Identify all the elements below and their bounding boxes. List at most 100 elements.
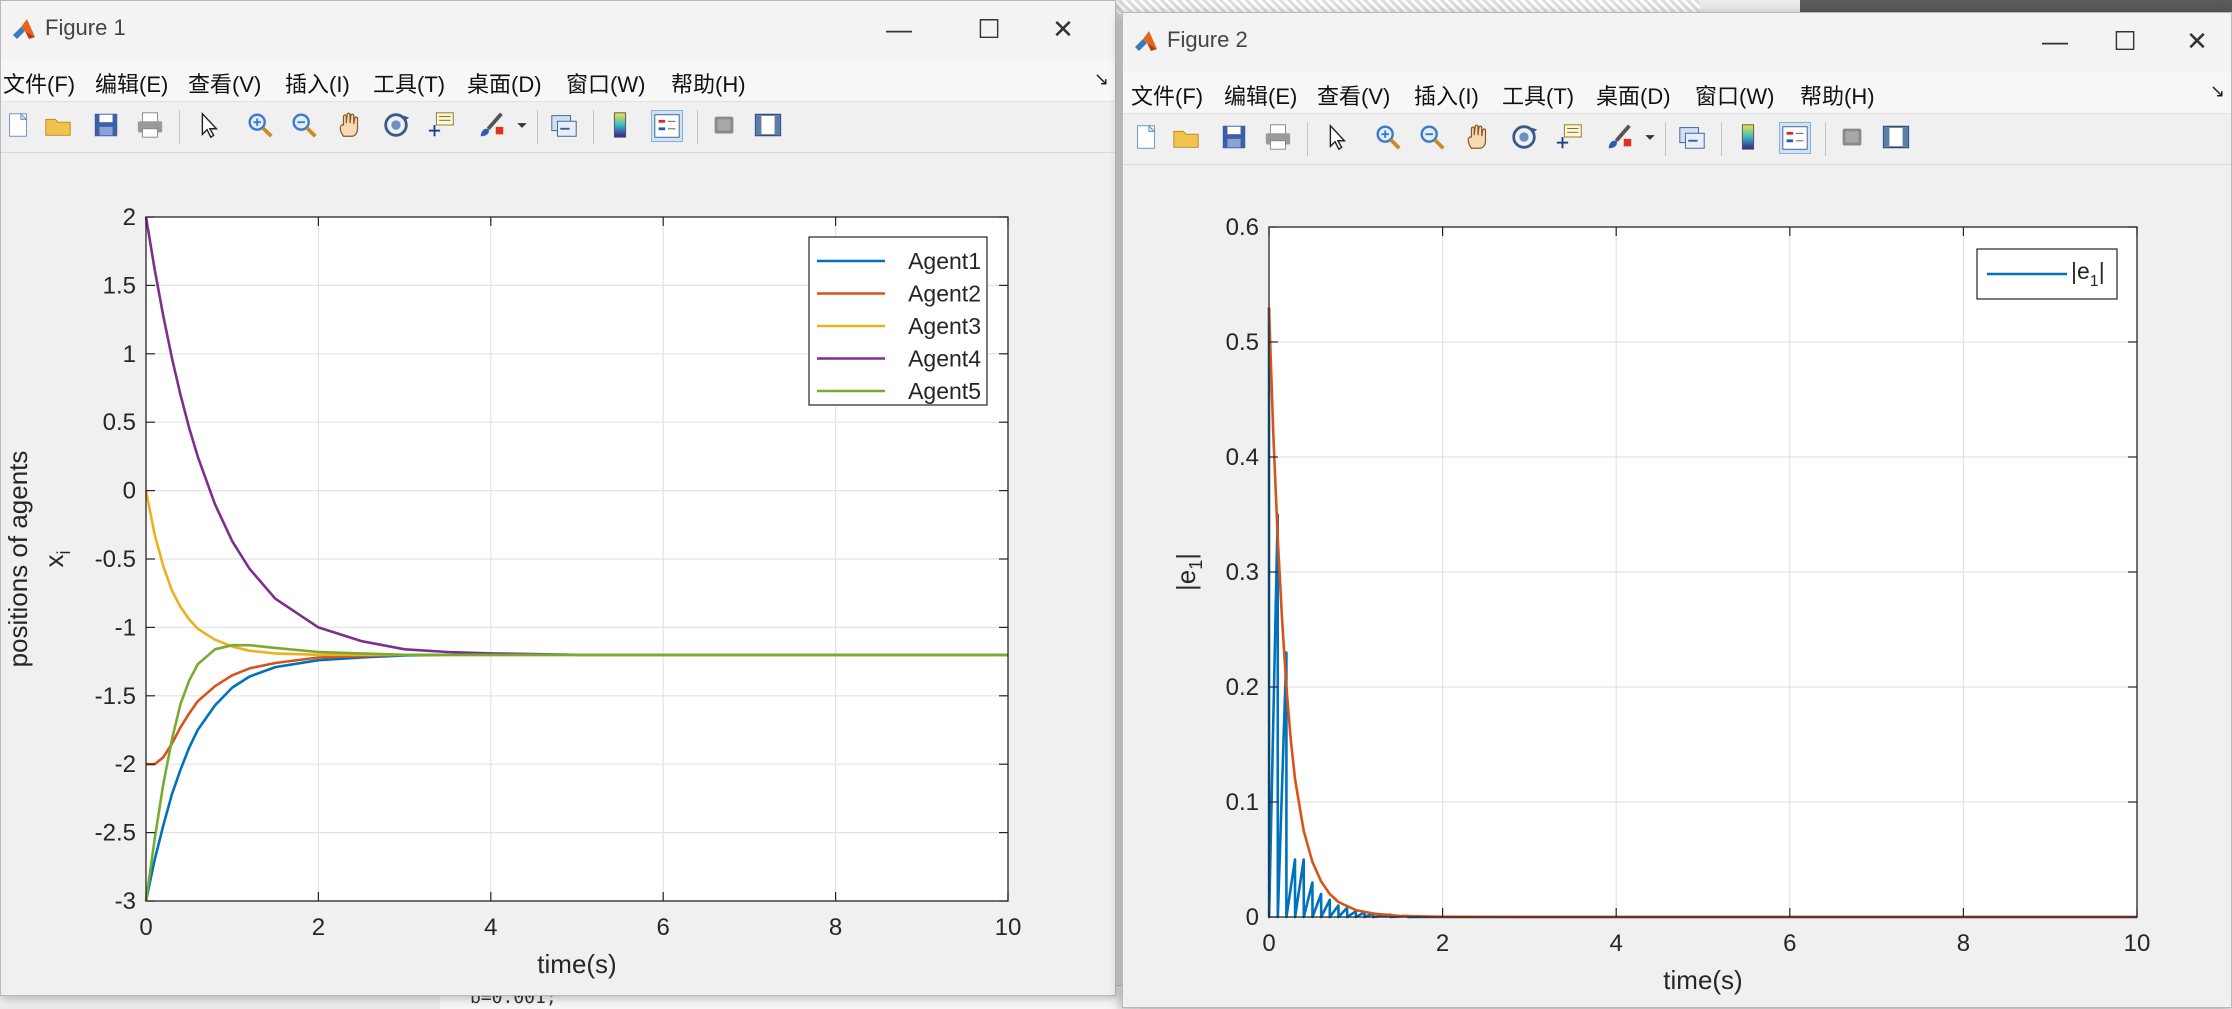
open-file-icon [1173, 130, 1199, 148]
zoom-in-button[interactable] [1373, 122, 1405, 154]
y-tick-label: 0.3 [1226, 559, 1259, 586]
y-tick-label: -3 [115, 888, 136, 915]
data-cursor-button[interactable] [1555, 122, 1587, 154]
menu-help[interactable]: 帮助(H) [1800, 79, 1875, 111]
x-tick-label: 4 [484, 914, 497, 941]
x-axis-label: time(s) [537, 949, 616, 979]
pointer-button[interactable] [193, 110, 225, 142]
y-tick-label: 0.5 [1226, 329, 1259, 356]
menu-tools[interactable]: 工具(T) [373, 67, 445, 99]
minimize-button[interactable]: — [2035, 23, 2075, 59]
menu-view[interactable]: 查看(V) [188, 67, 261, 99]
save-icon [1222, 125, 1246, 149]
data-cursor-button[interactable] [427, 110, 459, 142]
menu-edit[interactable]: 编辑(E) [1224, 79, 1297, 111]
rotate-3d-button[interactable] [1509, 122, 1541, 154]
show-plot-tools-button[interactable] [753, 110, 785, 142]
brush-icon [480, 112, 504, 137]
x-tick-label: 2 [1436, 930, 1449, 957]
pointer-icon [1329, 123, 1347, 151]
legend-button[interactable] [1779, 122, 1811, 154]
show-plot-tools-button[interactable] [1881, 122, 1913, 154]
y-axis-label-sub: 1 [1186, 560, 1206, 570]
hide-plot-tools-button[interactable] [709, 110, 741, 142]
menu-window[interactable]: 窗口(W) [566, 67, 645, 99]
colorbar-button[interactable] [1733, 122, 1765, 154]
maximize-button[interactable]: ☐ [2105, 23, 2145, 59]
y-tick-label: -2.5 [95, 820, 136, 847]
menu-insert[interactable]: 插入(I) [285, 67, 350, 99]
positions-chart[interactable]: 0 2 4 6 8 10 -3 -2.5 -2 -1.5 -1 -0.5 0 0.5 1 1.5 2 time(s… [1, 153, 1115, 995]
link-plot-button[interactable] [1677, 122, 1709, 154]
legend-button[interactable] [651, 110, 683, 142]
menu-desktop[interactable]: 桌面(D) [467, 67, 542, 99]
data-cursor-icon [428, 112, 454, 137]
rotate-3d-button[interactable] [381, 110, 413, 142]
menu-insert[interactable]: 插入(I) [1414, 79, 1479, 111]
brush-dropdown-button[interactable] [513, 110, 531, 142]
minimize-button[interactable]: — [879, 11, 919, 47]
pointer-button[interactable] [1321, 122, 1353, 154]
toolbar-separator [179, 110, 180, 144]
figure1-toolbar [1, 102, 1115, 153]
new-figure-button[interactable] [1131, 122, 1163, 154]
brush-dropdown-button[interactable] [1641, 122, 1659, 154]
menu-file[interactable]: 文件(F) [3, 67, 75, 99]
zoom-out-button[interactable] [289, 110, 321, 142]
zoom-out-button[interactable] [1417, 122, 1449, 154]
colorbar-button[interactable] [605, 110, 637, 142]
legend-label-1: Agent1 [908, 248, 981, 274]
print-button[interactable] [135, 110, 167, 142]
toolbar-separator [1665, 122, 1666, 156]
pan-hand-button[interactable] [1463, 122, 1495, 154]
menu-desktop[interactable]: 桌面(D) [1596, 79, 1671, 111]
pan-hand-button[interactable] [335, 110, 367, 142]
x-tick-label: 0 [1262, 930, 1275, 957]
dock-arrow-icon[interactable]: ↘ [1094, 69, 1109, 90]
brush-button[interactable] [477, 110, 509, 142]
brush-icon [1608, 124, 1632, 149]
y-axis-label-base: |e [1171, 570, 1201, 591]
pan-hand-icon [1467, 124, 1487, 149]
close-button[interactable]: ✕ [1043, 11, 1083, 47]
link-plot-icon [551, 115, 577, 137]
hide-plot-tools-icon [714, 116, 734, 134]
toolbar-separator [1307, 122, 1308, 156]
save-button[interactable] [1219, 122, 1251, 154]
y-tick-label: 0.2 [1226, 674, 1259, 701]
print-button[interactable] [1263, 122, 1295, 154]
x-tick-label: 10 [995, 914, 1022, 941]
brush-button[interactable] [1605, 122, 1637, 154]
maximize-button[interactable]: ☐ [969, 11, 1009, 47]
figure2-title: Figure 2 [1167, 27, 1248, 52]
hide-plot-tools-button[interactable] [1837, 122, 1869, 154]
menu-window[interactable]: 窗口(W) [1695, 79, 1774, 111]
x-tick-label: 2 [312, 914, 325, 941]
figure1-titlebar[interactable]: Figure 1 — ☐ ✕ [1, 1, 1115, 59]
menu-help[interactable]: 帮助(H) [671, 67, 746, 99]
open-file-button[interactable] [43, 110, 75, 142]
link-plot-button[interactable] [549, 110, 581, 142]
show-plot-tools-icon [754, 113, 782, 137]
error-chart[interactable]: 0 2 4 6 8 1000.10.20.30.40.50.6time(s)|e1||e1… [1123, 165, 2231, 1007]
y-tick-label: 0 [1246, 904, 1259, 931]
save-button[interactable] [91, 110, 123, 142]
new-figure-button[interactable] [3, 110, 35, 142]
x-tick-label: 0 [139, 914, 152, 941]
close-button[interactable]: ✕ [2177, 23, 2217, 59]
x-tick-label: 8 [829, 914, 842, 941]
menu-edit[interactable]: 编辑(E) [95, 67, 168, 99]
figure2-plot-area: 0 2 4 6 8 10 0 0.1 0.2 0.3 0.4 0.5 0.6 time(s) |e1| |e1… [1123, 165, 2231, 1007]
dock-arrow-icon[interactable]: ↘ [2210, 81, 2225, 102]
open-file-button[interactable] [1171, 122, 1203, 154]
zoom-in-button[interactable] [245, 110, 277, 142]
menu-tools[interactable]: 工具(T) [1502, 79, 1574, 111]
legend-label-sub: 1 [2090, 273, 2099, 290]
legend-icon [654, 114, 680, 138]
menu-file[interactable]: 文件(F) [1131, 79, 1203, 111]
figure2-titlebar[interactable]: Figure 2 — ☐ ✕ [1123, 13, 2231, 71]
y-tick-label: 0.4 [1226, 444, 1259, 471]
legend-icon [1782, 126, 1808, 150]
y-axis-label-end: | [1171, 553, 1201, 560]
menu-view[interactable]: 查看(V) [1317, 79, 1390, 111]
